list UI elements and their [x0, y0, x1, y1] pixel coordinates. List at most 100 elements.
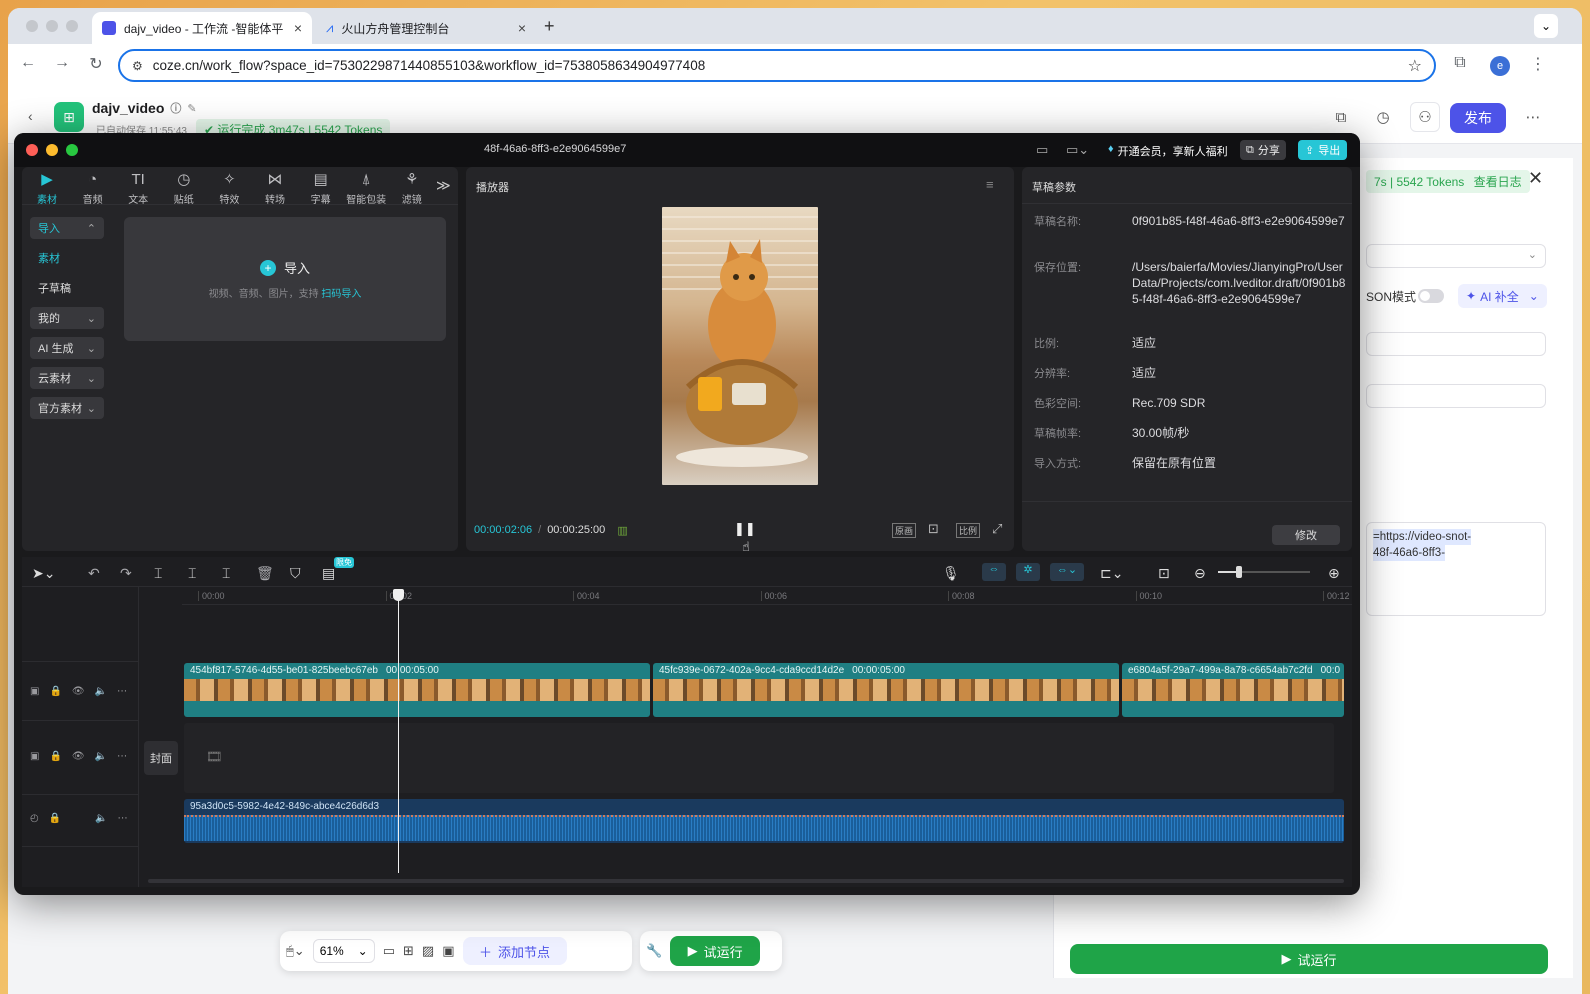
side-input-2[interactable] [1366, 384, 1546, 408]
auto-caption-icon[interactable]: ▤ [322, 565, 335, 582]
delete-icon[interactable]: 🗑 [256, 565, 274, 582]
ai-complete-button[interactable]: ✦ AI 补全 ⌄ [1458, 284, 1547, 308]
browser-menu-icon[interactable]: ⋮ [1526, 54, 1550, 74]
more-icon[interactable]: ⋯ [117, 686, 127, 697]
qr-import-link[interactable]: 扫码导入 [321, 289, 361, 300]
comment-icon[interactable]: ▭ [383, 943, 395, 959]
redo-icon[interactable]: ↷ [120, 565, 132, 582]
tool-tab-2[interactable]: TI 文本 [115, 171, 161, 206]
window-close-dot[interactable] [26, 20, 38, 32]
wrench-icon[interactable]: 🔧 [646, 943, 662, 959]
more-icon[interactable]: ⋯ [118, 813, 128, 824]
export-button[interactable]: ⇪ 导出 [1298, 140, 1348, 160]
fullscreen-icon[interactable]: ⤢ [992, 521, 1002, 537]
tool-tab-7[interactable]: ⍋ 智能包装 [343, 171, 389, 206]
shield-icon[interactable]: ⛉ [290, 565, 301, 582]
original-quality-button[interactable]: 原画 [892, 523, 917, 538]
track-toggle-icon[interactable]: ▣ [30, 686, 39, 697]
split-left-icon[interactable]: ⌶ [188, 565, 196, 582]
profile-avatar[interactable]: e [1490, 56, 1510, 76]
tool-tab-8[interactable]: ⚘ 滤镜 [389, 171, 435, 206]
zoom-out-icon[interactable]: ⊖ [1194, 565, 1206, 582]
window-minimize-dot[interactable] [46, 20, 58, 32]
eye-icon[interactable]: 👁 [72, 686, 85, 697]
more-tabs-icon[interactable]: ≫ [436, 177, 451, 194]
back-chevron-icon[interactable]: ‹ [28, 108, 33, 124]
zoom-in-icon[interactable]: ⊕ [1328, 565, 1340, 582]
grid-icon[interactable]: ⊞ [403, 943, 414, 959]
audio-clip[interactable]: 95a3d0c5-5982-4e42-849c-abce4c26d6d3 [184, 799, 1344, 843]
tool-tab-1[interactable]: ◔ 音频 [70, 171, 116, 206]
side-input-1[interactable] [1366, 332, 1546, 356]
editor-close-dot[interactable] [26, 144, 38, 156]
vip-promo[interactable]: ♦ 开通会员，享新人福利 [1108, 143, 1228, 159]
undo-icon[interactable]: ↶ [88, 565, 100, 582]
output-textarea[interactable]: =https://video-snot- 48f-46a6-8ff3- [1366, 522, 1546, 616]
edit-icon[interactable]: ✎ [187, 102, 196, 115]
media-nav-item-5[interactable]: 云素材 ⌄ [30, 367, 104, 389]
collaborators-icon[interactable]: ⚇ [1410, 102, 1440, 132]
tool-tab-4[interactable]: ✧ 特效 [206, 171, 252, 206]
timeline-fit-icon[interactable]: ⊡ [1158, 565, 1170, 582]
link-icon[interactable]: ⇔⌄ [1050, 563, 1084, 581]
volume-icon[interactable]: 🔈 [95, 751, 107, 762]
aspect-ratio-button[interactable]: 比例 [956, 523, 981, 538]
window-zoom-dot[interactable] [66, 20, 78, 32]
editor-zoom-dot[interactable] [66, 144, 78, 156]
media-nav-item-4[interactable]: AI 生成 ⌄ [30, 337, 104, 359]
address-bar[interactable]: ⚙ coze.cn/work_flow?space_id=75302298714… [118, 49, 1436, 82]
timeline-scrollbar[interactable] [148, 879, 1344, 883]
select-tool-icon[interactable]: ➤⌄ [32, 565, 55, 582]
preview-axis-icon[interactable]: ⊏⌄ [1100, 565, 1123, 582]
main-track-magnet-icon[interactable]: ⇔ [982, 563, 1006, 581]
back-arrow-icon[interactable]: ← [16, 54, 40, 72]
test-run-button[interactable]: ▶ 试运行 [670, 936, 761, 966]
site-settings-icon[interactable]: ⚙ [132, 59, 143, 73]
publish-button[interactable]: 发布 [1450, 103, 1506, 133]
timeline-zoom-slider[interactable] [1218, 566, 1310, 578]
snap-icon[interactable]: ✲ [1016, 563, 1040, 581]
add-node-button[interactable]: ＋ 添加节点 [462, 937, 567, 965]
subtitle-layout-icon[interactable]: ▭ [1036, 142, 1048, 158]
new-tab-button[interactable]: + [544, 16, 555, 37]
editor-minimize-dot[interactable] [46, 144, 58, 156]
cover-button[interactable]: 封面 [144, 741, 178, 775]
extensions-icon[interactable]: ⧉ [1448, 54, 1472, 72]
zoom-view-icon[interactable]: ⊡ [928, 521, 939, 537]
volume-icon[interactable]: 🔈 [95, 813, 107, 824]
more-icon[interactable]: ⋯ [117, 751, 127, 762]
url-text[interactable]: coze.cn/work_flow?space_id=7530229871440… [153, 58, 705, 73]
side-select[interactable]: ⌄ [1366, 244, 1546, 268]
tool-tab-6[interactable]: ▤ 字幕 [298, 171, 344, 206]
player-menu-icon[interactable]: ≡ [986, 177, 994, 192]
media-nav-item-2[interactable]: 子草稿 [30, 277, 104, 299]
mouse-mode-icon[interactable]: 🖱⌄ [286, 943, 305, 959]
timeline-ruler[interactable]: 00:0000:0200:0400:0600:0800:1000:12 [182, 587, 1352, 605]
tool-tab-0[interactable]: ▶ 素材 [24, 171, 70, 206]
tool-tab-3[interactable]: ◷ 贴纸 [161, 171, 207, 206]
share-button[interactable]: ⧉ 分享 [1240, 140, 1286, 160]
close-panel-icon[interactable]: ✕ [1528, 168, 1543, 189]
tab-coze[interactable]: dajv_video - 工作流 -智能体平 × [92, 12, 312, 44]
minimap-icon[interactable]: ▣ [442, 943, 454, 959]
modify-button[interactable]: 修改 [1272, 525, 1340, 545]
side-test-run-button[interactable]: ▶ 试运行 [1070, 944, 1548, 974]
copy-icon[interactable]: ⧉ [1326, 102, 1356, 132]
video-clip[interactable]: 454bf817-5746-4d55-be01-825beebc67eb 00:0… [184, 663, 650, 717]
lock-icon[interactable]: 🔒 [49, 686, 61, 697]
lock-icon[interactable]: 🔒 [49, 813, 61, 824]
view-log-link[interactable]: 查看日志 [1474, 175, 1522, 189]
track-toggle-icon[interactable]: ▣ [30, 751, 39, 762]
split-icon[interactable]: ⌶ [154, 565, 162, 582]
microphone-icon[interactable]: 🎙 [942, 565, 960, 582]
playhead[interactable] [393, 589, 404, 873]
eye-icon[interactable]: 👁 [72, 751, 85, 762]
image-icon[interactable]: ▨ [422, 943, 434, 959]
video-preview[interactable] [662, 207, 818, 485]
speed-icon[interactable]: ◴ [30, 813, 39, 824]
pause-button-icon[interactable]: ❚❚ [734, 521, 756, 537]
info-icon[interactable]: ⓘ [170, 100, 181, 116]
layout-icon[interactable]: ▭⌄ [1066, 142, 1089, 158]
split-right-icon[interactable]: ⌶ [222, 565, 230, 582]
volume-icon[interactable]: 🔈 [95, 686, 107, 697]
